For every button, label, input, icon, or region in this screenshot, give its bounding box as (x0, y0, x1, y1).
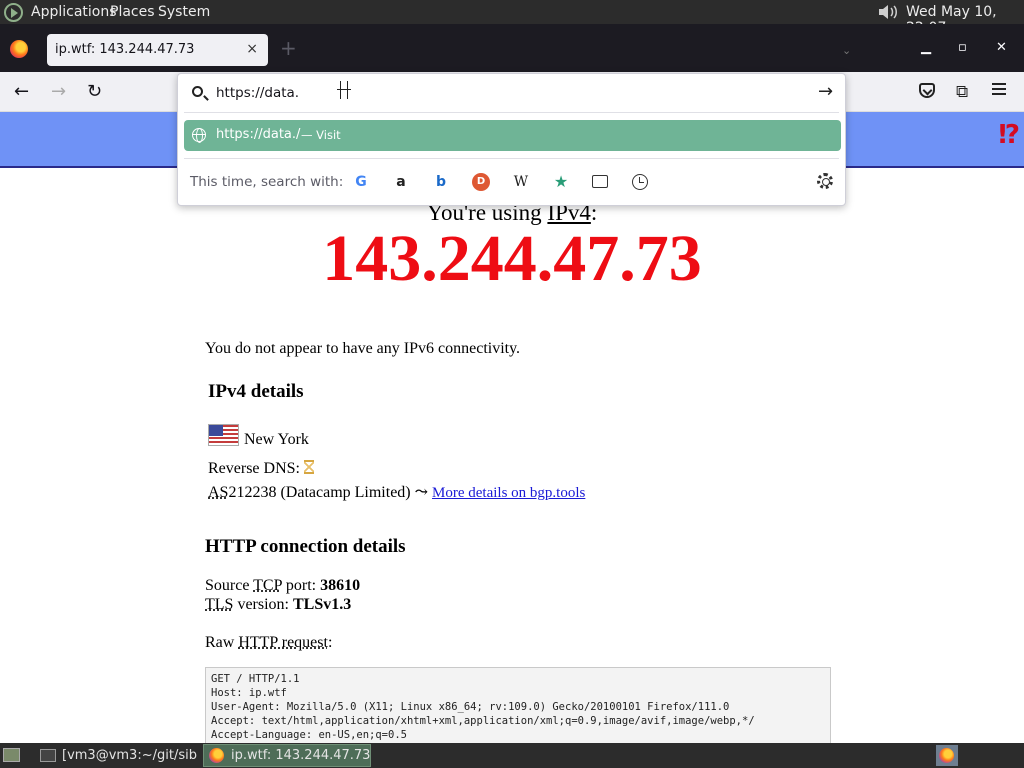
history-icon[interactable] (632, 174, 648, 190)
asn-info: 212238 (Datacamp Limited) ⤳ (228, 484, 433, 501)
reverse-dns-label: Reverse DNS: (208, 460, 300, 477)
urlbar-dropdown: → https://data./ — Visit This time, sear… (177, 73, 846, 206)
ip-address: 143.244.47.73 (322, 222, 702, 295)
go-arrow-icon[interactable]: → (818, 81, 833, 102)
taskbar: [vm3@vm3:~/git/sib… ip.wtf: 143.244.47.7… (0, 743, 1024, 768)
menu-places[interactable]: Places (110, 4, 155, 20)
reverse-dns: Reverse DNS: (208, 460, 314, 478)
menu-system[interactable]: System (158, 4, 210, 20)
bookmarks-icon[interactable]: ★ (552, 173, 570, 191)
menu-applications[interactable]: Applications (31, 4, 117, 20)
distro-logo-icon[interactable] (4, 3, 23, 22)
port-label: port: (281, 577, 321, 594)
raw-request-block[interactable]: GET / HTTP/1.1 Host: ip.wtf User-Agent: … (205, 667, 831, 743)
divider (184, 158, 839, 159)
http-heading: HTTP connection details (205, 536, 406, 557)
raw-request-label: Raw HTTP request: (205, 634, 332, 652)
taskbar-firefox[interactable]: ip.wtf: 143.244.47.73… (203, 744, 371, 767)
site-logo[interactable]: ⁉ (998, 120, 1020, 150)
duckduckgo-icon[interactable]: D (472, 173, 490, 191)
asn-line: AS212238 (Datacamp Limited) ⤳ More detai… (208, 482, 585, 502)
firefox-icon (209, 748, 224, 763)
gear-icon[interactable] (817, 173, 833, 189)
url-input[interactable] (216, 82, 776, 104)
search-icon (192, 86, 203, 97)
volume-icon[interactable] (876, 2, 900, 22)
raw-suffix: : (327, 634, 333, 651)
page-content: ⁉ You're using IPv4: 143.244.47.73 You d… (0, 112, 1024, 743)
extensions-icon[interactable]: ⧉ (956, 82, 968, 102)
tabs-icon[interactable] (592, 175, 608, 188)
minimize-icon[interactable]: ▁ (921, 40, 931, 55)
suggestion-action: — Visit (301, 128, 341, 142)
amazon-icon[interactable]: a (392, 173, 410, 191)
forward-arrow-icon[interactable]: → (51, 82, 66, 102)
bing-icon[interactable]: b (432, 173, 450, 191)
tray-firefox-icon[interactable] (936, 745, 958, 766)
suggestion-separator: — (301, 128, 313, 142)
taskbar-terminal[interactable]: [vm3@vm3:~/git/sib… (36, 744, 198, 767)
search-with-label: This time, search with: (190, 174, 344, 190)
terminal-icon (40, 749, 56, 762)
asn-abbr: AS (208, 484, 229, 501)
bgp-tools-link[interactable]: More details on bgp.tools (432, 485, 585, 501)
ipv6-message: You do not appear to have any IPv6 conne… (205, 340, 521, 357)
reload-icon[interactable]: ↻ (87, 82, 102, 102)
tab-close-icon[interactable]: × (246, 41, 258, 57)
divider (184, 112, 839, 113)
suggestion-url: https://data./ (216, 127, 301, 142)
google-icon[interactable]: G (352, 173, 370, 191)
taskbar-terminal-label: [vm3@vm3:~/git/sib… (62, 748, 198, 763)
globe-icon (192, 128, 206, 143)
new-tab-button[interactable]: + (280, 38, 297, 58)
show-desktop-icon[interactable] (3, 748, 20, 762)
suggestion-visit[interactable]: https://data./ — Visit (184, 120, 841, 151)
text-cursor-icon (337, 81, 351, 99)
hourglass-icon (303, 460, 314, 474)
firefox-icon (10, 40, 28, 58)
hamburger-menu-icon[interactable] (992, 83, 1006, 95)
top-panel: Applications Places System Wed May 10, 2… (0, 0, 1024, 36)
ipv4-heading: IPv4 details (208, 381, 304, 402)
taskbar-firefox-label: ip.wtf: 143.244.47.73… (231, 748, 371, 763)
tls-abbr: TLS (205, 596, 234, 613)
tab-strip: ip.wtf: 143.244.47.73 × + ⌄ ▁ ▫ ✕ (0, 24, 1024, 72)
tab-ip-wtf[interactable]: ip.wtf: 143.244.47.73 × (47, 34, 268, 66)
tcp-abbr: TCP (253, 577, 282, 594)
http-request-abbr: HTTP request (238, 634, 328, 651)
city: New York (244, 431, 309, 448)
port-value: 38610 (320, 577, 361, 594)
wikipedia-icon[interactable]: W (512, 173, 530, 191)
tls-value: TLSv1.3 (293, 596, 352, 613)
suggestion-action-label: Visit (316, 128, 341, 142)
tab-title: ip.wtf: 143.244.47.73 (55, 42, 195, 57)
tls-label: version: (233, 596, 293, 613)
raw-prefix: Raw (205, 634, 239, 651)
tls-version-line: TLS version: TLSv1.3 (205, 596, 351, 614)
us-flag-icon (208, 424, 239, 446)
window-close-icon[interactable]: ✕ (996, 40, 1007, 55)
source-prefix: Source (205, 577, 254, 594)
back-arrow-icon[interactable]: ← (14, 82, 29, 102)
tcp-port-line: Source TCP port: 38610 (205, 577, 360, 595)
maximize-icon[interactable]: ▫ (958, 40, 967, 55)
list-all-tabs-icon[interactable]: ⌄ (842, 44, 851, 57)
